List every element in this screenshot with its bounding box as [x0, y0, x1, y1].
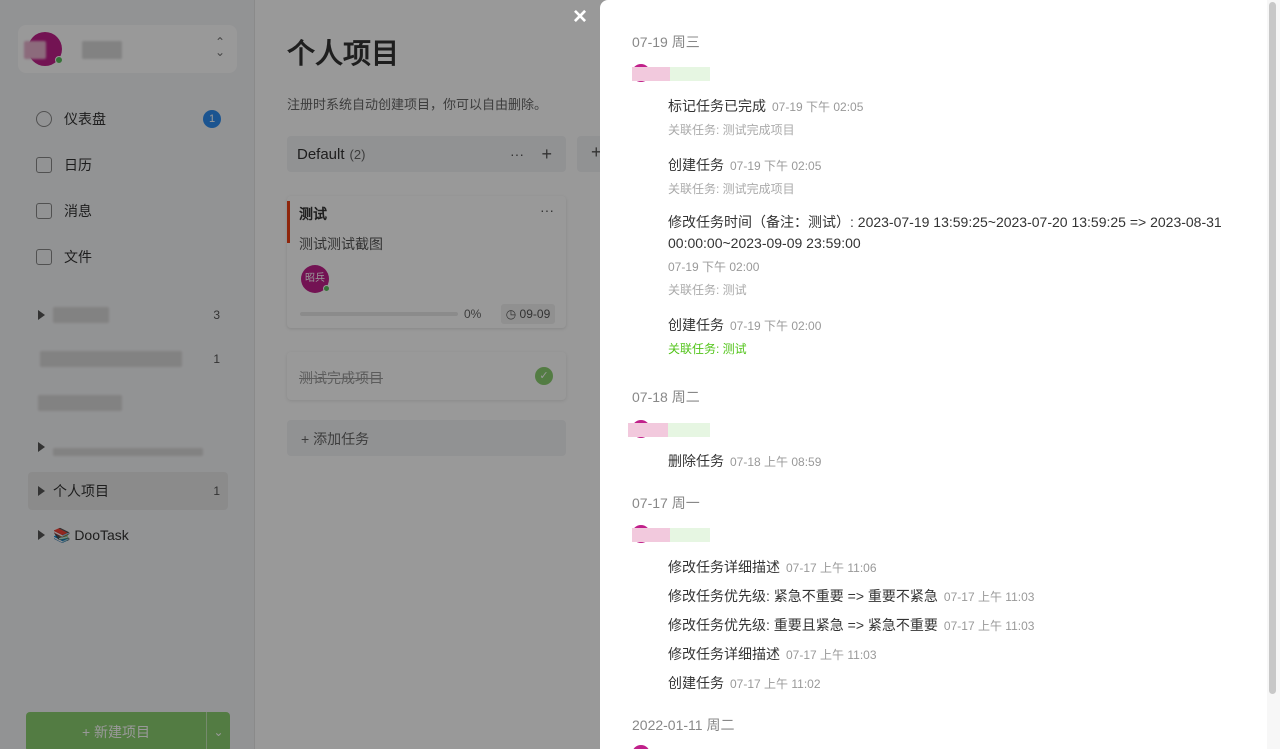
- redacted-username: [632, 67, 670, 81]
- log-time: 07-19 下午 02:00: [730, 319, 822, 333]
- log-entry: 创建任务 07-19 下午 02:00: [668, 315, 821, 335]
- log-action: 修改任务时间（备注：测试）: 2023-07-19 13:59:25~2023-…: [668, 214, 1222, 251]
- log-entry: 标记任务已完成 07-19 下午 02:05: [668, 96, 863, 116]
- log-time: 07-19 下午 02:05: [772, 100, 864, 114]
- day-heading: 07-18 周二: [632, 389, 700, 405]
- related-task: 关联任务: 测试完成项目: [668, 123, 795, 137]
- log-time: 07-17 上午 11:03: [786, 648, 877, 662]
- log-user: [632, 745, 712, 749]
- log-entry: 修改任务优先级: 紧急不重要 => 重要不紧急 07-17 上午 11:03: [668, 586, 1034, 606]
- log-time: 07-19 下午 02:05: [730, 159, 822, 173]
- log-entry: 创建任务 07-19 下午 02:05: [668, 155, 821, 175]
- log-action: 修改任务优先级: 紧急不重要 => 重要不紧急: [668, 588, 938, 604]
- scrollbar-thumb[interactable]: [1269, 2, 1276, 694]
- log-time: 07-17 上午 11:06: [786, 561, 877, 575]
- day-heading: 07-17 周一: [632, 495, 700, 511]
- related-task: 关联任务: 测试: [668, 283, 747, 297]
- avatar: [632, 745, 650, 749]
- close-icon[interactable]: ×: [569, 5, 591, 29]
- log-time: 07-19 下午 02:00: [668, 260, 760, 274]
- redacted-username: [632, 528, 670, 542]
- log-entry: 修改任务优先级: 重要且紧急 => 紧急不重要 07-17 上午 11:03: [668, 615, 1034, 635]
- log-time: 07-18 上午 08:59: [730, 455, 822, 469]
- log-action: 修改任务详细描述: [668, 559, 780, 575]
- day-heading: 2022-01-11 周二: [632, 717, 735, 733]
- log-entry: 删除任务 07-18 上午 08:59: [668, 451, 821, 471]
- day-heading: 07-19 周三: [632, 34, 700, 50]
- log-user: [632, 525, 712, 545]
- scrollbar[interactable]: [1267, 0, 1280, 749]
- redacted-username: [668, 423, 710, 437]
- log-time: 07-17 上午 11:03: [943, 619, 1035, 633]
- redacted-username: [670, 528, 710, 542]
- redacted-username: [628, 423, 668, 437]
- log-entry: 修改任务详细描述 07-17 上午 11:06: [668, 557, 877, 577]
- log-action: 创建任务: [668, 157, 724, 173]
- related-task-link[interactable]: 关联任务: 测试: [668, 340, 747, 357]
- log-action: 删除任务: [668, 453, 724, 469]
- redacted-username: [670, 67, 710, 81]
- log-action: 修改任务详细描述: [668, 646, 780, 662]
- log-time: 07-17 上午 11:02: [730, 677, 821, 691]
- log-action: 修改任务优先级: 重要且紧急 => 紧急不重要: [668, 617, 938, 633]
- log-action: 创建任务: [668, 675, 724, 691]
- related-task: 关联任务: 测试完成项目: [668, 182, 795, 196]
- log-action: 标记任务已完成: [668, 98, 766, 114]
- log-entry: 修改任务详细描述 07-17 上午 11:03: [668, 644, 877, 664]
- log-user: [628, 420, 710, 440]
- log-action: 创建任务: [668, 317, 724, 333]
- log-entry: 创建任务 07-17 上午 11:02: [668, 673, 821, 693]
- log-user: [632, 64, 712, 84]
- log-time: 07-17 上午 11:03: [943, 590, 1035, 604]
